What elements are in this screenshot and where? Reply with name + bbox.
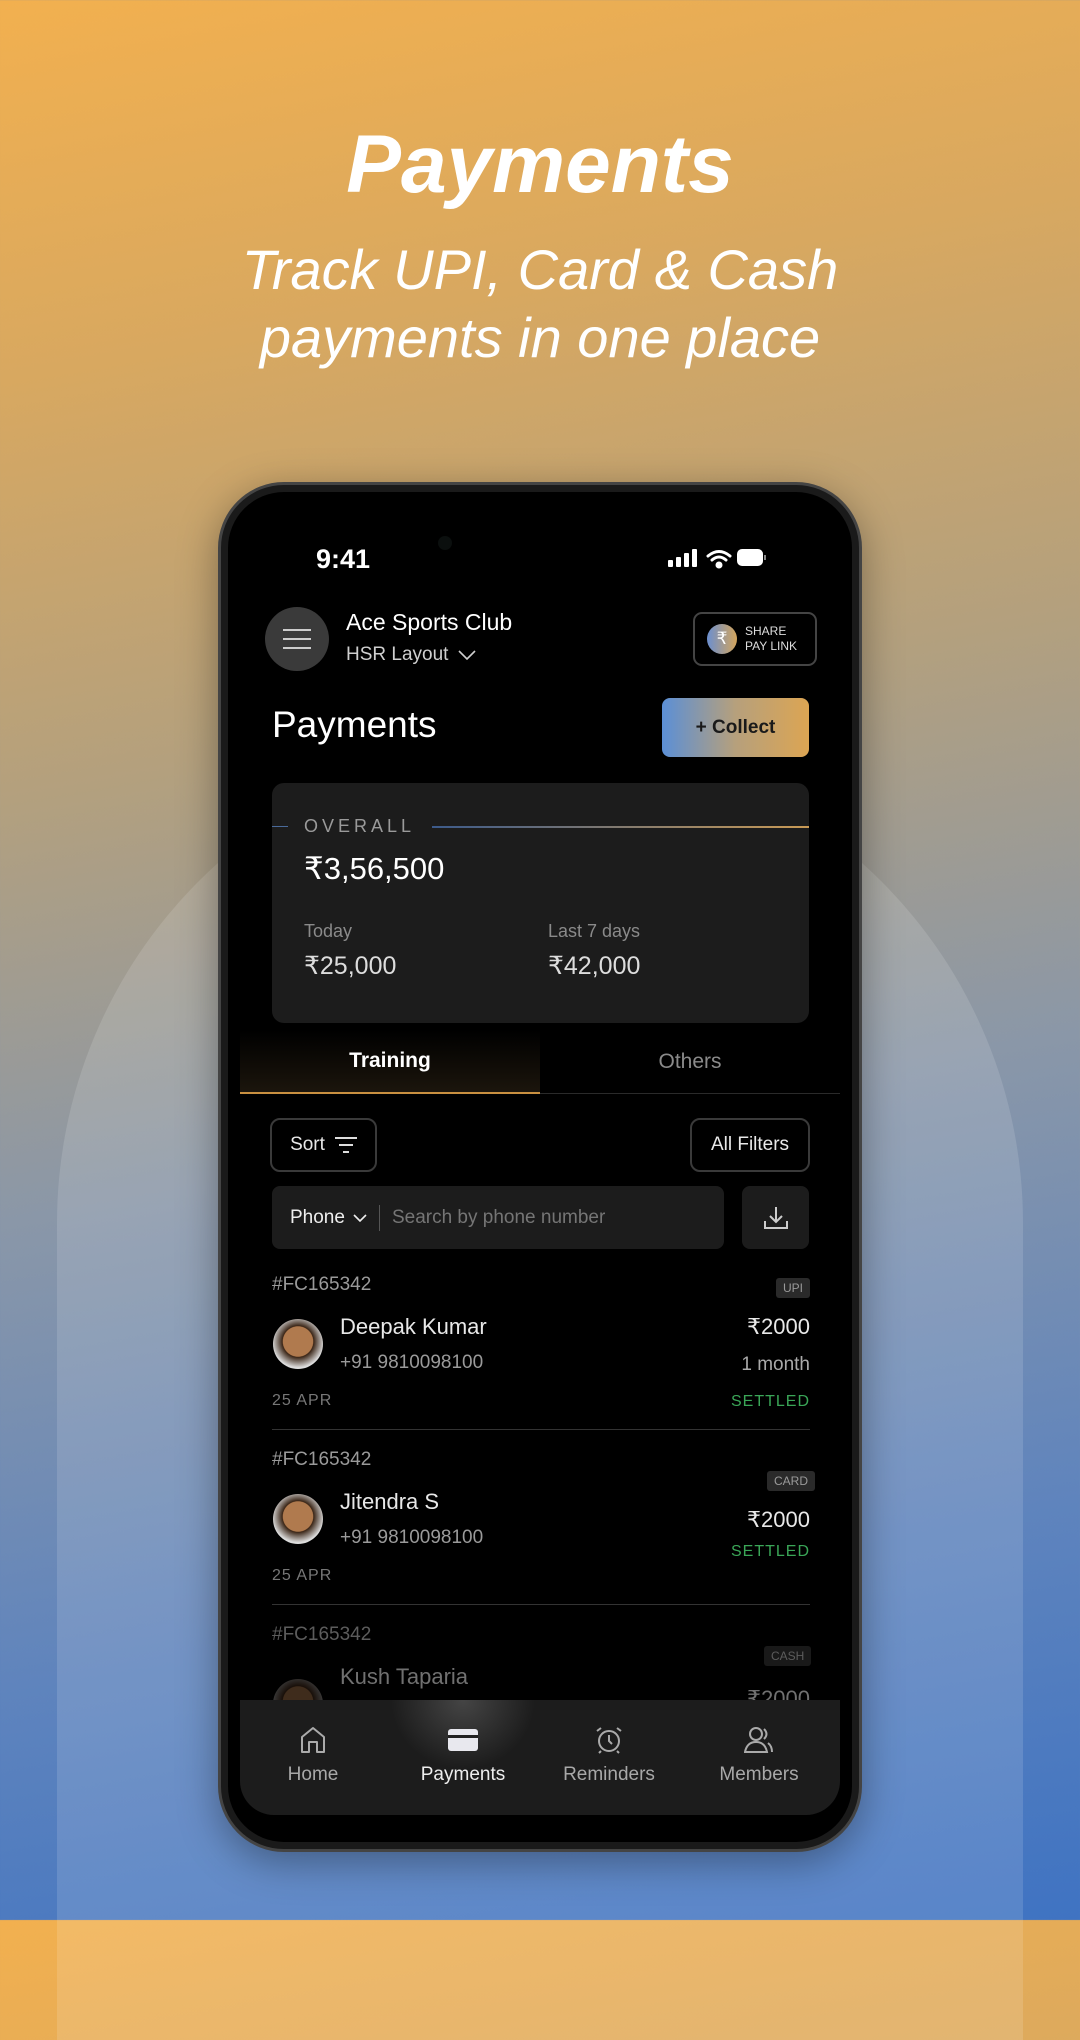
users-icon: [744, 1727, 773, 1753]
nav-payments[interactable]: Payments: [390, 1700, 536, 1815]
menu-button[interactable]: [265, 607, 329, 671]
all-filters-button[interactable]: All Filters: [690, 1118, 810, 1172]
sort-icon: [334, 1137, 357, 1153]
week-label: Last 7 days: [548, 921, 641, 941]
camera-cutout: [438, 536, 452, 550]
avatar: [273, 1319, 323, 1369]
club-name: Ace Sports Club: [346, 609, 513, 635]
wifi-icon: [706, 550, 732, 569]
hero-subtitle-line2: payments in one place: [259, 306, 821, 369]
method-badge: UPI: [776, 1278, 811, 1298]
today-label: Today: [304, 921, 353, 941]
bottom-nav: Home Payments Reminders Members: [240, 1700, 840, 1815]
search-input[interactable]: [391, 1206, 692, 1229]
search-separator: [378, 1204, 380, 1231]
nav-label: Members: [719, 1764, 799, 1785]
battery-icon: [737, 549, 766, 566]
nav-label: Home: [287, 1764, 339, 1785]
rupee-icon: ₹: [707, 624, 737, 654]
payment-row[interactable]: #FC165342 CARD Jitendra S +91 9810098100…: [228, 1437, 852, 1605]
signal-icon: [668, 549, 697, 567]
page-title: Payments: [272, 704, 437, 745]
payment-row[interactable]: #FC165342 UPI Deepak Kumar +91 981009810…: [228, 1262, 852, 1430]
tab-training[interactable]: Training: [240, 1030, 540, 1094]
phone-screen: 9:41 Ace Sports Club HSR Layout ₹ SHARE P…: [228, 492, 852, 1842]
download-icon: [763, 1206, 788, 1229]
hamburger-icon: [283, 629, 311, 631]
chevron-down-icon: [353, 1213, 367, 1222]
member-phone: +91 9810098100: [340, 1352, 484, 1373]
download-button[interactable]: [742, 1186, 809, 1249]
location-selector[interactable]: HSR Layout: [346, 644, 477, 666]
payment-date: 25 APR: [272, 1392, 333, 1409]
payment-id: #FC165342: [272, 1449, 372, 1470]
method-badge: CARD: [767, 1471, 816, 1491]
nav-label: Payments: [420, 1764, 506, 1785]
nav-members[interactable]: Members: [686, 1700, 832, 1815]
tab-others[interactable]: Others: [540, 1030, 840, 1094]
overall-card: OVERALL ₹3,56,500 Today ₹25,000 Last 7 d…: [272, 783, 809, 1023]
payment-date: 25 APR: [272, 1567, 333, 1584]
member-name: Deepak Kumar: [340, 1314, 487, 1339]
week-value: ₹42,000: [548, 952, 641, 980]
share-pay-link-button[interactable]: ₹ SHARE PAY LINK: [693, 612, 817, 666]
payment-status: SETTLED: [730, 1543, 810, 1560]
member-name: Kush Taparia: [340, 1664, 469, 1689]
overall-amount: ₹3,56,500: [304, 851, 445, 886]
overall-label: OVERALL: [304, 816, 416, 836]
payment-amount: ₹2000: [747, 1507, 810, 1532]
payment-status: SETTLED: [730, 1393, 810, 1410]
payment-id: #FC165342: [272, 1274, 372, 1295]
home-icon: [301, 1727, 325, 1753]
payment-duration: 1 month: [741, 1354, 810, 1375]
payment-amount: ₹2000: [747, 1314, 810, 1339]
nav-label: Reminders: [563, 1764, 655, 1785]
status-icons: [668, 549, 766, 569]
sort-button[interactable]: Sort: [270, 1118, 377, 1172]
nav-reminders[interactable]: Reminders: [536, 1700, 682, 1815]
location-label: HSR Layout: [346, 644, 449, 665]
divider: [272, 1429, 810, 1430]
hero-title: Payments: [346, 119, 734, 210]
payment-id: #FC165342: [272, 1624, 372, 1645]
today-value: ₹25,000: [304, 952, 397, 980]
method-badge: CASH: [764, 1646, 812, 1666]
card-icon: [448, 1729, 478, 1751]
hero-subtitle: Track UPI, Card & Cash payments in one pl…: [0, 236, 1080, 372]
sort-label: Sort: [290, 1134, 325, 1155]
search-type-dropdown[interactable]: Phone: [290, 1207, 367, 1229]
status-time: 9:41: [316, 544, 371, 574]
collect-button[interactable]: + Collect: [662, 698, 809, 757]
alarm-clock-icon: [596, 1727, 622, 1754]
share-pay-link-label: SHARE PAY LINK: [745, 624, 798, 653]
hero-subtitle-line1: Track UPI, Card & Cash: [241, 238, 839, 301]
search-bar: Phone: [272, 1186, 724, 1249]
payment-row[interactable]: #FC165342 CASH Kush Taparia ₹2000: [228, 1612, 852, 1729]
overall-divider: [432, 826, 809, 828]
member-phone: +91 9810098100: [340, 1527, 484, 1548]
avatar: [273, 1494, 323, 1544]
chevron-down-icon: [458, 650, 477, 660]
member-name: Jitendra S: [340, 1489, 440, 1514]
nav-home[interactable]: Home: [240, 1700, 386, 1815]
divider: [272, 1604, 810, 1605]
